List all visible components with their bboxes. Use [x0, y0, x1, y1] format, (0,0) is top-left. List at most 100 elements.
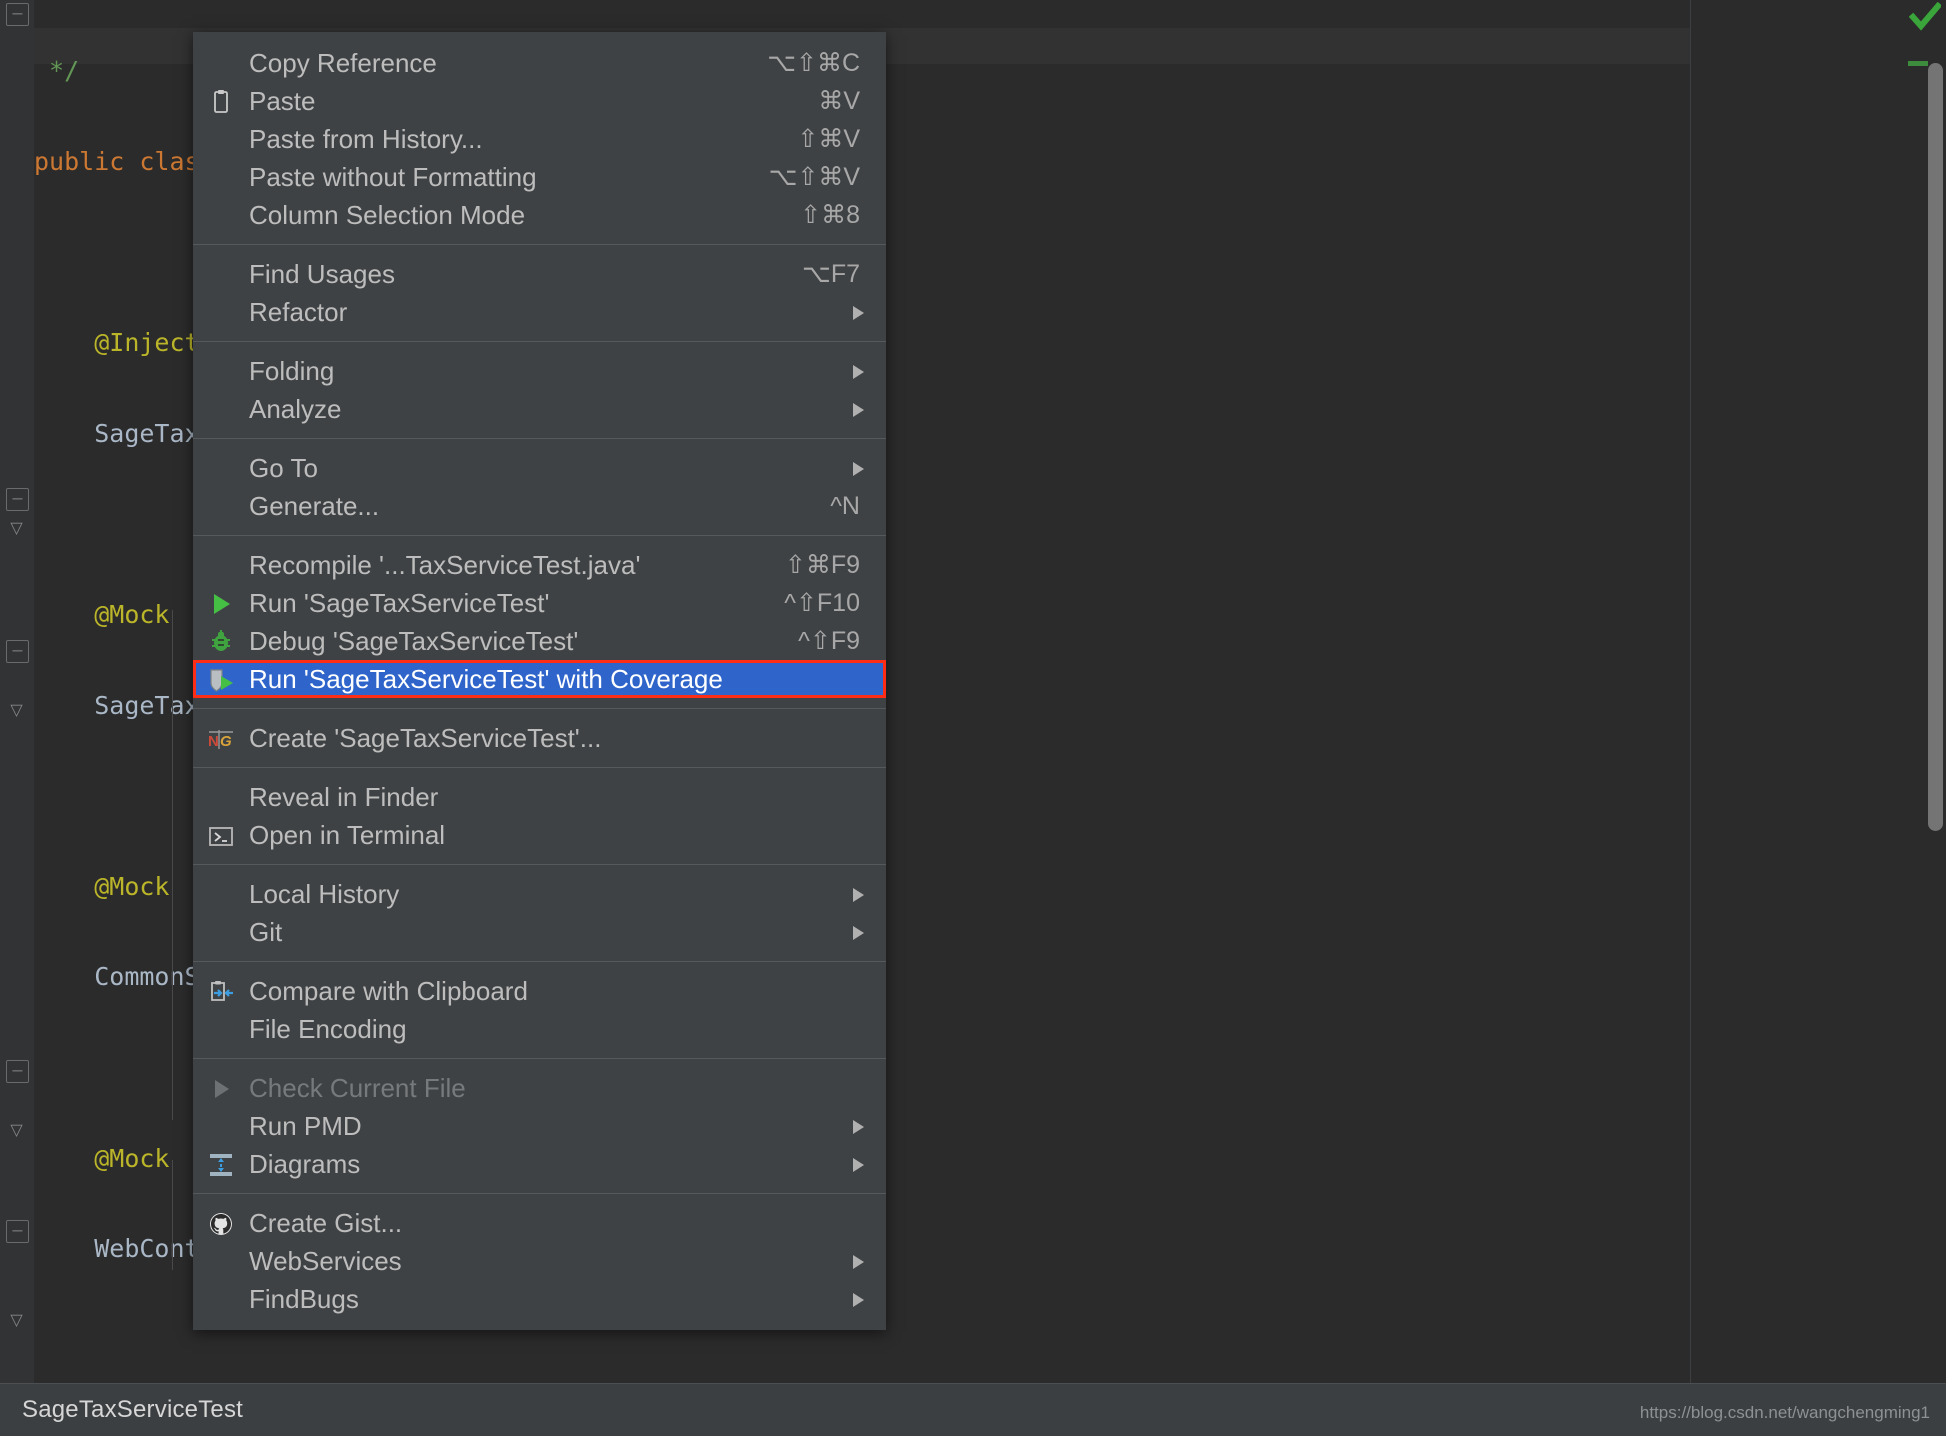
menu-item-analyze[interactable]: Analyze [193, 390, 886, 428]
menu-item-shortcut: ⌥⇧⌘V [769, 158, 860, 196]
menu-item-paste[interactable]: Paste ⌘V [193, 82, 886, 120]
fold-marker[interactable]: ▽ [6, 1310, 27, 1331]
menu-item-shortcut: ^N [830, 487, 860, 525]
submenu-arrow-icon [853, 306, 864, 320]
menu-item-column-selection-mode[interactable]: Column Selection Mode⇧⌘8 [193, 196, 886, 234]
menu-item-label: Compare with Clipboard [249, 972, 528, 1010]
menu-item-label: Paste without Formatting [249, 158, 537, 196]
right-margin-line [1690, 0, 1691, 1384]
menu-item-refactor[interactable]: Refactor [193, 293, 886, 331]
menu-item-check-current-file: Check Current File [193, 1069, 886, 1107]
fold-marker[interactable]: ▽ [6, 1120, 27, 1141]
menu-item-compare-with-clipboard[interactable]: Compare with Clipboard [193, 972, 886, 1010]
fold-marker[interactable]: ─ [6, 3, 29, 26]
menu-item-shortcut: ⌘V [818, 82, 860, 120]
submenu-arrow-icon [853, 403, 864, 417]
menu-item-create-sagetaxservicetest[interactable]: NGCreate 'SageTaxServiceTest'... [193, 719, 886, 757]
menu-separator [193, 1058, 886, 1059]
menu-item-label: Analyze [249, 390, 342, 428]
menu-item-paste-from-history[interactable]: Paste from History...⇧⌘V [193, 120, 886, 158]
menu-separator [193, 438, 886, 439]
menu-item-label: FindBugs [249, 1280, 359, 1318]
menu-separator [193, 708, 886, 709]
menu-item-label: Find Usages [249, 255, 395, 293]
menu-item-local-history[interactable]: Local History [193, 875, 886, 913]
menu-group: FoldingAnalyze [193, 350, 886, 430]
menu-item-folding[interactable]: Folding [193, 352, 886, 390]
menu-item-shortcut: ⌥⇧⌘C [767, 44, 860, 82]
submenu-arrow-icon [853, 1293, 864, 1307]
menu-item-findbugs[interactable]: FindBugs [193, 1280, 886, 1318]
menu-item-label: Generate... [249, 487, 379, 525]
menu-item-find-usages[interactable]: Find Usages ⌥F7 [193, 255, 886, 293]
menu-separator [193, 535, 886, 536]
menu-separator [193, 864, 886, 865]
fold-marker[interactable]: ─ [6, 1220, 29, 1243]
menu-item-label: Run 'SageTaxServiceTest' [249, 584, 549, 622]
menu-item-go-to[interactable]: Go To [193, 449, 886, 487]
fold-marker[interactable]: ─ [6, 1060, 29, 1083]
menu-item-create-gist[interactable]: Create Gist... [193, 1204, 886, 1242]
menu-item-run-pmd[interactable]: Run PMD [193, 1107, 886, 1145]
testng-icon: NG [207, 725, 235, 753]
menu-group: Find Usages ⌥F7Refactor [193, 253, 886, 333]
menu-item-shortcut: ⌥F7 [802, 255, 860, 293]
fold-marker[interactable]: ▽ [6, 700, 27, 721]
menu-item-paste-without-formatting[interactable]: Paste without Formatting ⌥⇧⌘V [193, 158, 886, 196]
menu-item-label: Run PMD [249, 1107, 362, 1145]
coverage-icon [207, 666, 235, 694]
menu-item-diagrams[interactable]: Diagrams [193, 1145, 886, 1183]
menu-item-label: Paste [249, 82, 316, 120]
submenu-arrow-icon [853, 888, 864, 902]
menu-item-reveal-in-finder[interactable]: Reveal in Finder [193, 778, 886, 816]
submenu-arrow-icon [853, 926, 864, 940]
menu-item-label: WebServices [249, 1242, 402, 1280]
menu-separator [193, 961, 886, 962]
menu-group: Copy Reference⌥⇧⌘CPaste ⌘VPaste from Hist… [193, 42, 886, 236]
submenu-arrow-icon [853, 365, 864, 379]
menu-item-label: Debug 'SageTaxServiceTest' [249, 622, 578, 660]
menu-item-run-sagetaxservicetest-with-coverage[interactable]: Run 'SageTaxServiceTest' with Coverage [193, 660, 886, 698]
fold-marker[interactable]: ─ [6, 640, 29, 663]
fold-marker[interactable]: ▽ [6, 518, 27, 539]
status-bar-file-name: SageTaxServiceTest [22, 1396, 243, 1424]
menu-item-generate[interactable]: Generate... ^N [193, 487, 886, 525]
fold-marker[interactable]: ─ [6, 488, 29, 511]
menu-item-shortcut: ^⇧F10 [784, 584, 860, 622]
menu-item-label: Go To [249, 449, 318, 487]
menu-item-git[interactable]: Git [193, 913, 886, 951]
svg-text:G: G [220, 733, 232, 750]
menu-item-copy-reference[interactable]: Copy Reference⌥⇧⌘C [193, 44, 886, 82]
menu-item-file-encoding[interactable]: File Encoding [193, 1010, 886, 1048]
run-disabled-icon [207, 1075, 235, 1103]
menu-group: Recompile '...TaxServiceTest.java'⇧⌘F9Ru… [193, 544, 886, 700]
menu-item-shortcut: ^⇧F9 [798, 622, 860, 660]
indent-guide [172, 790, 173, 1120]
menu-item-recompile-taxservicetest-java[interactable]: Recompile '...TaxServiceTest.java'⇧⌘F9 [193, 546, 886, 584]
inspection-ok-icon[interactable] [1909, 2, 1941, 32]
debug-icon [207, 628, 235, 656]
menu-item-label: Git [249, 913, 282, 951]
submenu-arrow-icon [853, 1255, 864, 1269]
menu-separator [193, 767, 886, 768]
compare-clipboard-icon [207, 978, 235, 1006]
vertical-scrollbar-thumb[interactable] [1928, 63, 1943, 831]
run-icon [207, 590, 235, 618]
editor-gutter[interactable]: ─ ─ ▽ ─ ▽ ─ ▽ ─ ▽ [0, 0, 34, 1384]
menu-item-run-sagetaxservicetest[interactable]: Run 'SageTaxServiceTest' ^⇧F10 [193, 584, 886, 622]
menu-item-webservices[interactable]: WebServices [193, 1242, 886, 1280]
menu-item-label: Check Current File [249, 1069, 466, 1107]
editor-context-menu[interactable]: Copy Reference⌥⇧⌘CPaste ⌘VPaste from Hist… [193, 32, 886, 1330]
github-icon [207, 1210, 235, 1238]
menu-group: Compare with ClipboardFile Encoding [193, 970, 886, 1050]
submenu-arrow-icon [853, 1120, 864, 1134]
menu-item-label: Diagrams [249, 1145, 360, 1183]
status-bar: SageTaxServiceTest https://blog.csdn.net… [0, 1383, 1946, 1436]
diagram-icon [207, 1151, 235, 1179]
menu-group: Create Gist...WebServicesFindBugs [193, 1202, 886, 1320]
menu-item-shortcut: ⇧⌘8 [800, 196, 860, 234]
terminal-icon [207, 822, 235, 850]
menu-item-open-in-terminal[interactable]: Open in Terminal [193, 816, 886, 854]
error-stripe-scrollbar[interactable] [1908, 0, 1946, 1384]
menu-item-debug-sagetaxservicetest[interactable]: Debug 'SageTaxServiceTest' ^⇧F9 [193, 622, 886, 660]
